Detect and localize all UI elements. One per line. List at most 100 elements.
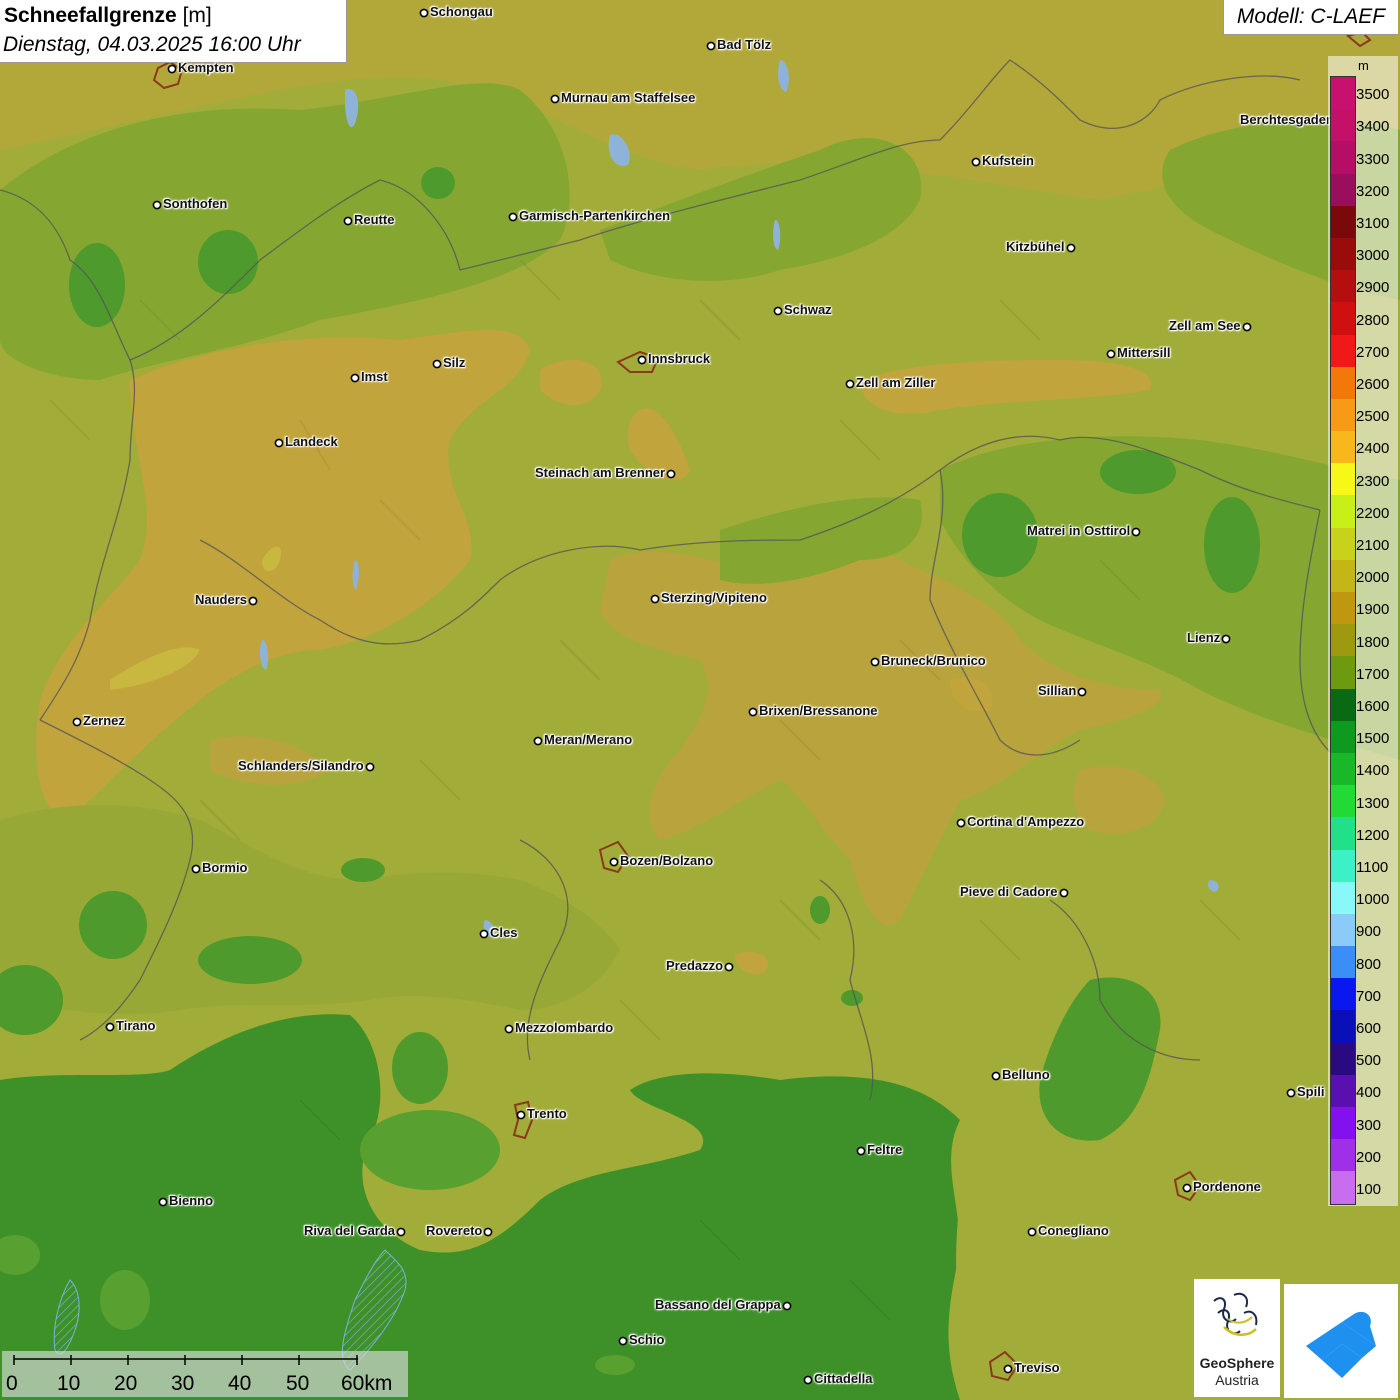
- map-title: Schneefallgrenze [m]: [4, 4, 212, 27]
- scale-tick-label: 0: [6, 1372, 18, 1395]
- city-dot: [479, 929, 489, 939]
- legend-label: 1600: [1356, 697, 1390, 715]
- legend-label: 600: [1356, 1019, 1382, 1037]
- legend-swatch: [1331, 1074, 1355, 1107]
- city-dot: [167, 64, 177, 74]
- city-label: Landeck: [285, 434, 338, 449]
- city-dot: [343, 216, 353, 226]
- city-label: Spili: [1297, 1084, 1325, 1099]
- legend-swatch: [1331, 109, 1355, 142]
- legend-swatch: [1331, 881, 1355, 914]
- legend-swatch: [1331, 1010, 1355, 1043]
- city-dot: [991, 1071, 1001, 1081]
- city-label: Rovereto: [426, 1223, 483, 1238]
- city-label: Sterzing/Vipiteno: [661, 590, 767, 605]
- legend-label: 2500: [1356, 408, 1390, 426]
- city-label: Sonthofen: [163, 196, 228, 211]
- legend-swatch: [1331, 302, 1355, 335]
- scale-tick-label: 10: [57, 1372, 81, 1395]
- city-label: Feltre: [867, 1142, 903, 1157]
- city-label: Bad Tölz: [717, 37, 772, 52]
- legend-swatch: [1331, 366, 1355, 399]
- city-dot: [350, 373, 360, 383]
- geosphere-logo: GeoSphere Austria: [1194, 1279, 1280, 1397]
- city-dot: [870, 657, 880, 667]
- city-dot: [1027, 1227, 1037, 1237]
- city-dot: [516, 1110, 526, 1120]
- city-label: Schlanders/Silandro: [238, 758, 364, 773]
- legend-swatch: [1331, 785, 1355, 818]
- legend-swatch: [1331, 559, 1355, 592]
- weather-app-logo: [1284, 1284, 1398, 1398]
- city-dot: [1242, 322, 1252, 332]
- city-dot: [803, 1375, 813, 1385]
- city-dot: [1106, 349, 1116, 359]
- city-label: Trento: [527, 1106, 567, 1121]
- legend-label: 1000: [1356, 891, 1390, 909]
- city-label: Mezzolombardo: [515, 1020, 614, 1035]
- city-dot: [666, 469, 676, 479]
- city-label: Bruneck/Brunico: [881, 653, 986, 668]
- legend-label: 1100: [1356, 858, 1389, 876]
- city-dot: [1059, 888, 1069, 898]
- legend-label: 3400: [1356, 118, 1390, 136]
- city-label: Nauders: [195, 592, 248, 607]
- city-dot: [1131, 527, 1141, 537]
- legend-label: 2300: [1356, 472, 1390, 490]
- city-label: Kitzbühel: [1006, 239, 1065, 254]
- city-label: Schongau: [430, 4, 493, 19]
- city-label: Matrei in Osttirol: [1027, 523, 1131, 538]
- city-label: Bozen/Bolzano: [620, 853, 714, 868]
- city-dot: [365, 762, 375, 772]
- city-dot: [706, 41, 716, 51]
- legend-label: 1800: [1356, 633, 1390, 651]
- city-dot: [533, 736, 543, 746]
- legend-label: 3100: [1356, 214, 1390, 232]
- city-label: Zell am Ziller: [856, 375, 936, 390]
- city-dot: [618, 1336, 628, 1346]
- city-label: Mittersill: [1117, 345, 1171, 360]
- map-datetime: Dienstag, 04.03.2025 16:00 Uhr: [3, 33, 301, 56]
- city-label: Pordenone: [1193, 1179, 1261, 1194]
- city-label: Brixen/Bressanone: [759, 703, 878, 718]
- city-label: Tirano: [116, 1018, 156, 1033]
- city-dot: [773, 306, 783, 316]
- city-dot: [248, 596, 258, 606]
- legend-label: 3300: [1356, 150, 1390, 168]
- legend-swatch: [1331, 141, 1355, 174]
- scale-tick-label: 40: [228, 1372, 252, 1395]
- city-label: Kufstein: [982, 153, 1034, 168]
- city-dot: [1221, 634, 1231, 644]
- legend-swatch: [1331, 237, 1355, 271]
- city-dot: [1077, 687, 1087, 697]
- city-dot: [158, 1197, 168, 1207]
- scale-tick-label: 20: [114, 1372, 138, 1395]
- city-dot: [1182, 1183, 1192, 1193]
- scale-tick-label: 60km: [341, 1372, 393, 1395]
- legend-swatch: [1331, 817, 1355, 850]
- city-dot: [191, 864, 201, 874]
- city-label: Predazzo: [666, 958, 724, 973]
- scale-tick-label: 30: [171, 1372, 195, 1395]
- legend-swatch: [1331, 463, 1355, 496]
- city-label: Lienz: [1187, 630, 1221, 645]
- city-dot: [1286, 1088, 1296, 1098]
- legend-label: 400: [1356, 1084, 1382, 1102]
- legend-swatch: [1331, 527, 1355, 560]
- city-dot: [72, 717, 82, 727]
- legend-swatch: [1331, 752, 1355, 786]
- legend-swatch: [1331, 173, 1355, 206]
- city-dot: [105, 1022, 115, 1032]
- legend-label: 500: [1356, 1052, 1382, 1070]
- legend-label: 1400: [1356, 762, 1390, 780]
- city-label: Steinach am Brenner: [535, 465, 666, 480]
- city-label: Treviso: [1014, 1360, 1060, 1375]
- city-dot: [432, 359, 442, 369]
- city-label: Schwaz: [784, 302, 832, 317]
- legend-label: 2400: [1356, 440, 1390, 458]
- legend-swatch: [1331, 720, 1355, 753]
- city-label: Riva del Garda: [304, 1223, 396, 1238]
- city-label: Berchtesgaden: [1240, 112, 1334, 127]
- city-label: Bormio: [202, 860, 248, 875]
- city-label: Belluno: [1002, 1067, 1050, 1082]
